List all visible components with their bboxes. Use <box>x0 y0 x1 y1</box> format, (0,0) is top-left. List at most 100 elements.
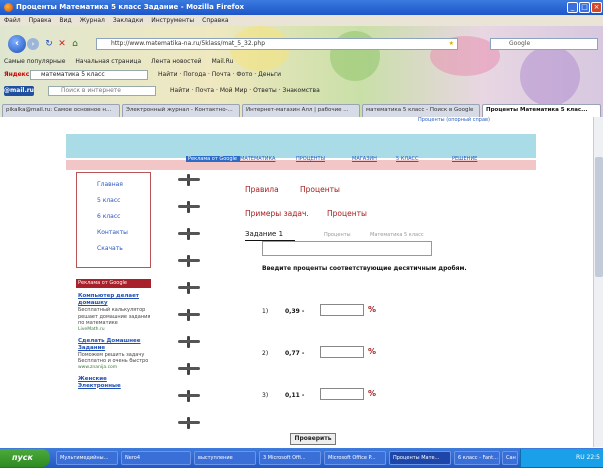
spiral-ring <box>178 255 200 267</box>
taskbar-item[interactable]: выступление <box>194 451 256 465</box>
window-title: Проценты Математика 5 класс Задание - Mo… <box>16 3 245 11</box>
answer-input[interactable] <box>320 346 364 358</box>
mailru-logo[interactable]: @mail.ru <box>4 86 34 96</box>
menu-view[interactable]: Вид <box>59 17 71 24</box>
reload-icon[interactable]: ↻ <box>44 39 54 49</box>
top-link[interactable]: Проценты (опорный справ) <box>418 117 490 123</box>
taskbar-item[interactable]: 3 Microsoft Offi... <box>259 451 321 465</box>
mailru-search-input[interactable]: Поиск в интернете <box>48 86 156 96</box>
taskbar-item[interactable]: Nero4 <box>121 451 191 465</box>
menu-history[interactable]: Журнал <box>80 17 105 24</box>
back-arrow-icon[interactable]: ‹ <box>8 35 26 53</box>
windows-taskbar: пуск Мультимедийны... Nero4 выступление … <box>0 448 603 468</box>
topnav-math[interactable]: МАТЕМАТИКА <box>240 156 296 162</box>
check-button[interactable]: Проверить <box>290 433 336 445</box>
url-text: http://www.matematika-na.ru/5klass/mat_5… <box>111 40 266 47</box>
menu-file[interactable]: Файл <box>4 17 21 24</box>
sidebar-item-grade6[interactable]: 6 класс <box>97 213 120 220</box>
yandex-toolbar-items[interactable]: Найти · Погода · Почта · Фото · Деньги <box>158 71 281 78</box>
task-instruction: Введите проценты соответствующие десятич… <box>262 265 467 272</box>
bookmark-most-visited[interactable]: Самые популярные <box>4 58 65 65</box>
rules-topic[interactable]: Проценты <box>300 185 340 194</box>
taskbar-item[interactable]: Мультимедийны... <box>56 451 118 465</box>
sidebar-item-contacts[interactable]: Контакты <box>97 229 128 236</box>
menu-help[interactable]: Справка <box>202 17 228 24</box>
taskbar-item[interactable]: 6 класс - Fant... <box>454 451 500 465</box>
sidebar-item-home[interactable]: Главная <box>97 181 123 188</box>
bookmark-mailru[interactable]: Mail.Ru <box>212 58 234 65</box>
address-bar[interactable]: http://www.matematika-na.ru/5klass/mat_5… <box>96 38 458 50</box>
forward-arrow-icon[interactable]: › <box>27 38 39 50</box>
spiral-ring <box>178 336 200 348</box>
vertical-scrollbar[interactable] <box>593 117 603 447</box>
scrollbar-thumb[interactable] <box>595 157 603 277</box>
spiral-ring <box>178 201 200 213</box>
tab-grey-math5[interactable]: Математика 5 класс <box>370 232 424 238</box>
menu-tools[interactable]: Инструменты <box>151 17 194 24</box>
mailru-toolbar-items[interactable]: Найти · Почта · Мой Мир · Ответы · Знако… <box>170 87 320 94</box>
ad-text: Поможем решить задачу Бесплатно и очень … <box>78 351 149 365</box>
menu-bar: Файл Правка Вид Журнал Закладки Инструме… <box>0 15 603 26</box>
examples-label[interactable]: Примеры задач. <box>245 209 309 218</box>
sidebar-menu: Главная 5 класс 6 класс Контакты Скачать <box>76 172 151 268</box>
topnav-shop[interactable]: МАГАЗИН <box>352 156 396 162</box>
ads-header: Реклама от Google <box>76 279 151 288</box>
menu-edit[interactable]: Правка <box>29 17 52 24</box>
maximize-button[interactable]: □ <box>579 2 590 13</box>
search-input[interactable]: Google <box>490 38 598 50</box>
examples-topic[interactable]: Проценты <box>327 209 367 218</box>
topnav-percent[interactable]: ПРОЦЕНТЫ <box>296 156 352 162</box>
ad-title[interactable]: Сделать Домашнее Задание <box>78 338 151 352</box>
answer-input[interactable] <box>320 388 364 400</box>
ad-title[interactable]: Компьютер делает домашку <box>78 293 151 307</box>
spiral-ring <box>178 282 200 294</box>
bookmark-news-feed[interactable]: Лента новостей <box>151 58 201 65</box>
spiral-ring <box>178 417 200 429</box>
question-number: 3) <box>262 392 269 399</box>
spiral-ring <box>178 228 200 240</box>
topnav-solution[interactable]: РЕШЕНИЕ <box>452 156 508 162</box>
answer-input[interactable] <box>320 304 364 316</box>
topnav-grade5[interactable]: 5 КЛАСС <box>396 156 452 162</box>
bookmarks-bar: Самые популярные Начальная страница Лент… <box>0 56 603 67</box>
ad-url[interactable]: www.znanija.com <box>78 365 151 371</box>
rules-label[interactable]: Правила <box>245 185 279 194</box>
minimize-button[interactable]: _ <box>567 2 578 13</box>
percent-sign: % <box>368 347 377 356</box>
tab-strip: pikalka@mail.ru: Самое основное н... Эле… <box>0 104 603 117</box>
percent-sign: % <box>368 305 377 314</box>
tab-shop[interactable]: Интернет-магазин Алл | рабочие ... <box>242 104 360 117</box>
tab-percent-active[interactable]: Проценты Математика 5 клас... <box>482 104 601 117</box>
ad-title[interactable]: Женские Электронные <box>78 376 151 390</box>
start-button[interactable]: пуск <box>0 449 50 467</box>
yandex-search-input[interactable]: математика 5 класс <box>30 70 148 80</box>
tab-google-search[interactable]: математика 5 класс - Поиск в Google <box>362 104 480 117</box>
close-button[interactable]: × <box>591 2 602 13</box>
sidebar-item-grade5[interactable]: 5 класс <box>97 197 120 204</box>
page-content: Проценты (опорный справ) Реклама от Goog… <box>0 117 603 447</box>
bookmark-start-page[interactable]: Начальная страница <box>75 58 141 65</box>
menu-bookmarks[interactable]: Закладки <box>113 17 143 24</box>
taskbar-item[interactable]: Сан <box>502 451 518 465</box>
taskbar-item-active[interactable]: Проценты Мате... <box>389 451 451 465</box>
system-tray[interactable]: RU 22:5 <box>520 449 603 467</box>
yandex-logo: Яндекс <box>4 71 30 78</box>
task-answer-box[interactable] <box>262 241 432 256</box>
task-title-text: Задание 1 <box>245 230 284 238</box>
tab-grey-percent[interactable]: Проценты <box>324 232 351 238</box>
sidebar-item-download[interactable]: Скачать <box>97 245 123 252</box>
stop-icon[interactable]: ✕ <box>57 39 67 49</box>
topnav-google-ads[interactable]: Реклама от Google <box>186 156 240 162</box>
tab-mail[interactable]: pikalka@mail.ru: Самое основное н... <box>2 104 120 117</box>
header-band <box>66 134 536 158</box>
bookmark-star-icon[interactable]: ★ <box>449 39 454 49</box>
home-icon[interactable]: ⌂ <box>70 39 80 49</box>
percent-sign: % <box>368 389 377 398</box>
spiral-ring <box>178 390 200 402</box>
spiral-ring <box>178 174 200 186</box>
tab-e-journal[interactable]: Электронный журнал - Контактно-... <box>122 104 240 117</box>
top-navigation: Реклама от Google МАТЕМАТИКА ПРОЦЕНТЫ МА… <box>186 156 508 162</box>
ad-url[interactable]: LiveMath.ru <box>78 327 151 333</box>
question-number: 2) <box>262 350 269 357</box>
taskbar-item[interactable]: Microsoft Office P... <box>324 451 386 465</box>
